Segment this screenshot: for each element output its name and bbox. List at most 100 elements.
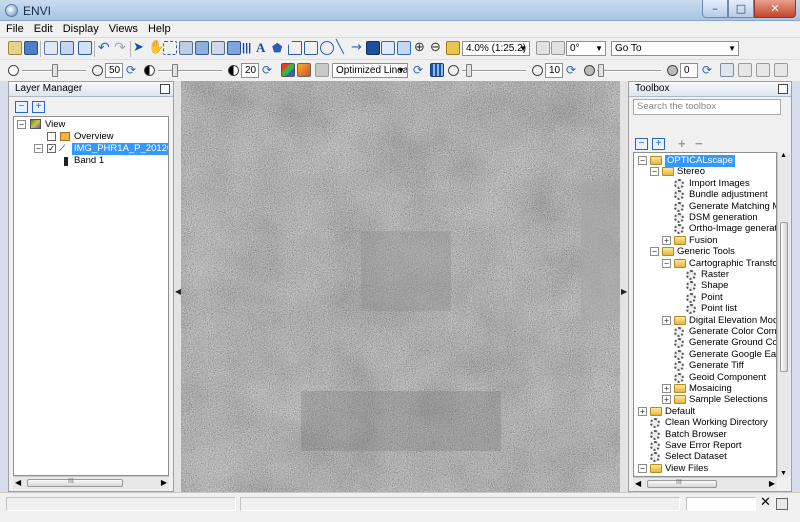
zoom-in-icon[interactable]: ⊕ [414,41,428,55]
toolbox-folder[interactable]: Default [665,406,695,418]
resize-grip-icon[interactable] [776,498,788,510]
scroll-left-icon[interactable]: ◀ [635,479,641,488]
toolbox-folder[interactable]: View Files [665,463,708,475]
toolbox-tool[interactable]: Point [701,292,723,304]
stretch-type-combo[interactable]: Optimized Linear ▼ [332,63,408,78]
tree-expander-icon[interactable]: + [662,315,671,325]
tree-expander-icon[interactable]: − [638,156,647,165]
expand-all-icon[interactable]: + [652,138,665,150]
brightness-slider[interactable] [52,64,58,77]
goto-combo[interactable]: Go To ▼ [611,41,739,56]
hscroll-thumb[interactable]: III [27,478,123,487]
histogram-stretch-icon[interactable] [281,63,295,77]
hscroll-thumb[interactable]: III [647,479,717,488]
tree-expander-icon[interactable]: − [650,247,659,257]
tree-item-overview[interactable]: Overview [74,131,114,143]
toolbox-tool[interactable]: Point list [701,303,737,315]
right-panel-splitter[interactable]: ▶ [620,81,628,492]
rectangle-icon[interactable] [304,41,318,55]
map-icon[interactable] [381,41,395,55]
toolbox-tool[interactable]: Clean Working Directory [665,417,768,429]
menu-file[interactable]: File [6,23,24,35]
layout-single-icon[interactable] [720,63,734,77]
roi-icon[interactable] [179,41,193,55]
menu-help[interactable]: Help [148,23,171,35]
tree-expander-icon[interactable]: + [662,235,671,245]
transparency-value[interactable]: 0 [680,63,698,78]
toolbox-folder[interactable]: Mosaicing [689,383,732,395]
toolbox-folder[interactable]: Sample Selections [689,394,768,406]
toolbox-tool[interactable]: DSM generation [689,212,758,224]
transparency-slider[interactable] [598,64,604,77]
toolbox-tool[interactable]: Generate Ground Control [689,337,776,349]
tree-expander-icon[interactable]: − [662,258,671,268]
measure-icon[interactable]: ||| [242,41,256,55]
toolbox-folder[interactable]: OPTICALscape [665,155,735,167]
collapse-all-icon[interactable]: − [635,138,648,150]
grid-icon[interactable] [227,41,241,55]
toolbox-tool[interactable]: Generate Tiff [689,360,744,372]
dock-icon[interactable] [160,84,170,94]
toolbox-tool[interactable]: Batch Browser [665,429,727,441]
toolbox-folder[interactable]: Cartographic Transformati [689,258,776,270]
annotation-icon[interactable] [211,41,225,55]
rotate-right-icon[interactable] [551,41,565,55]
maximize-button[interactable]: □ [728,0,754,18]
pan-hand-icon[interactable]: ✋ [148,41,164,55]
select-cursor-icon[interactable]: ➤ [133,41,147,55]
arrow-icon[interactable]: → [351,41,365,55]
overview-checkbox[interactable] [47,132,56,141]
polygon-icon[interactable] [288,41,302,55]
line-icon[interactable]: ╲ [336,41,350,55]
rotation-combo[interactable]: 0° ▼ [566,41,606,56]
layer-checkbox-checked[interactable]: ✓ [47,144,56,153]
vector-icon[interactable] [195,41,209,55]
contrast-slider[interactable] [172,64,178,77]
layout-three-icon[interactable] [756,63,770,77]
toolbox-folder[interactable]: Stereo [677,166,705,178]
print-icon[interactable] [60,41,74,55]
scroll-down-icon[interactable]: ▼ [780,470,787,477]
tree-item-view[interactable]: View [45,119,65,131]
toolbox-tool[interactable]: Save Error Report [665,440,742,452]
add-icon[interactable]: + [678,136,686,151]
reset-contrast-icon[interactable]: ⟳ [262,63,276,77]
picture-icon[interactable] [366,41,380,55]
expand-all-icon[interactable]: + [32,101,45,113]
redo-icon[interactable]: ↷ [114,41,128,55]
toolbox-folder[interactable]: Digital Elevation Model Ex [689,315,776,327]
scroll-right-icon[interactable]: ▶ [769,479,775,488]
tree-expander-icon[interactable]: − [650,167,659,177]
toolbox-hscroll[interactable]: ◀ III ▶ [633,477,777,490]
zoom-fit-icon[interactable] [446,41,460,55]
text-annotation-icon[interactable]: A [256,41,270,55]
cancel-process-button[interactable]: ✕ [760,495,771,510]
stretch-apply-icon[interactable] [315,63,329,77]
color-table-icon[interactable] [297,63,311,77]
menu-views[interactable]: Views [109,23,138,35]
collapse-all-icon[interactable]: − [15,101,28,113]
tree-expander-icon[interactable]: + [662,395,671,405]
tree-expander-icon[interactable]: + [662,384,671,393]
toolbox-tool[interactable]: Shape [701,280,728,292]
zoom-tool-icon[interactable] [397,41,411,55]
sharpen-value[interactable]: 10 [545,63,563,78]
layer-tree-hscroll[interactable]: ◀ III ▶ [13,476,169,489]
ellipse-icon[interactable] [320,41,334,55]
vscroll-thumb[interactable] [780,222,788,372]
toolbox-tool[interactable]: Select Dataset [665,451,727,463]
symbol-icon[interactable]: ⬟ [272,41,286,55]
toolbox-tool[interactable]: Generate Google Earth K [689,349,776,361]
tree-expander-icon[interactable]: − [638,463,647,473]
dock-icon[interactable] [778,84,788,94]
tree-item-band-1[interactable]: Band 1 [74,155,104,167]
toolbox-folder[interactable]: Fusion [689,235,718,247]
toolbox-tool[interactable]: Ortho-Image generation [689,223,776,235]
toolbox-tool[interactable]: Geoid Component [689,372,766,384]
toolbox-tool[interactable]: Raster [701,269,729,281]
scroll-left-icon[interactable]: ◀ [15,478,21,487]
save-icon[interactable] [44,41,58,55]
rotate-left-icon[interactable] [536,41,550,55]
zoom-out-icon[interactable]: ⊖ [430,41,444,55]
reset-stretch-icon[interactable]: ⟳ [413,63,427,77]
